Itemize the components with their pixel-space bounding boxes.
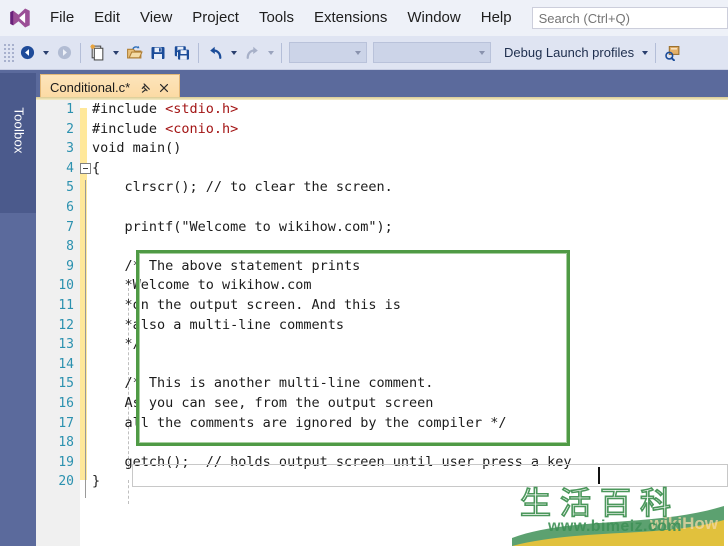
save-all-button[interactable]	[170, 40, 194, 66]
line-number: 20	[58, 474, 74, 490]
menu-item-extensions[interactable]: Extensions	[304, 0, 397, 36]
code-line[interactable]: 12 *also a multi-line comments	[36, 316, 344, 336]
new-file-dropdown-icon[interactable]	[109, 40, 122, 66]
left-dock-rail: Toolbox	[0, 70, 36, 546]
line-number: 18	[58, 435, 74, 451]
comment-block-highlight	[136, 250, 570, 446]
code-line[interactable]: 15 /* This is another multi-line comment…	[36, 374, 433, 394]
sidebar-item-toolbox[interactable]: Toolbox	[0, 73, 36, 213]
search-container	[531, 7, 728, 29]
chevron-down-icon	[355, 50, 361, 55]
menu-item-view[interactable]: View	[130, 0, 182, 36]
search-input[interactable]	[531, 7, 728, 29]
undo-button[interactable]	[203, 40, 227, 66]
debug-launch-profiles-dropdown-icon[interactable]	[638, 40, 651, 66]
document-tab-strip: Conditional.c*	[36, 70, 728, 100]
toolbox-label: Toolbox	[11, 107, 27, 154]
code-line[interactable]: 7 printf("Welcome to wikihow.com");	[36, 218, 393, 238]
menu-item-edit[interactable]: Edit	[84, 0, 130, 36]
code-line[interactable]: 1 #include <stdio.h>	[36, 100, 238, 120]
new-file-button[interactable]	[85, 40, 109, 66]
save-button[interactable]	[146, 40, 170, 66]
navigate-backward-button[interactable]	[15, 40, 39, 66]
code-line[interactable]: 14	[36, 355, 101, 375]
line-number: 17	[58, 415, 74, 431]
line-number: 2	[66, 121, 74, 137]
code-line[interactable]: 6	[36, 198, 101, 218]
navigate-backward-dropdown-icon[interactable]	[39, 40, 52, 66]
code-line[interactable]: 4 {	[36, 159, 101, 179]
line-number: 11	[58, 298, 74, 313]
menu-item-tools[interactable]: Tools	[249, 0, 304, 36]
code-line[interactable]: 17 all the comments are ignored by the c…	[36, 414, 506, 434]
line-number: 4	[66, 160, 74, 176]
line-number: 10	[58, 278, 74, 294]
tab-conditional-c[interactable]: Conditional.c*	[40, 74, 180, 100]
code-line[interactable]: 2 #include <conio.h>	[36, 120, 238, 140]
undo-dropdown-icon[interactable]	[227, 40, 240, 66]
visual-studio-window: File Edit View Project Tools Extensions …	[0, 0, 728, 546]
close-icon[interactable]	[155, 78, 173, 98]
menu-item-help[interactable]: Help	[471, 0, 522, 36]
redo-dropdown-icon[interactable]	[264, 40, 277, 66]
line-text: printf("Welcome to wikihow.com");	[92, 218, 393, 235]
toolbar-separator-4	[655, 42, 657, 63]
code-editor[interactable]: 1 #include <stdio.h> 2 #include <conio.h…	[36, 100, 728, 546]
configuration-combo[interactable]	[289, 42, 367, 63]
code-line[interactable]: 5 clrscr(); // to clear the screen.	[36, 178, 393, 198]
line-text: #include <conio.h>	[92, 120, 239, 137]
line-number: 5	[66, 180, 74, 196]
pin-icon[interactable]	[137, 78, 155, 98]
line-number: 14	[58, 356, 74, 372]
debug-launch-profiles-label[interactable]: Debug Launch profiles	[494, 40, 638, 66]
code-line[interactable]: 19 getch(); // holds output screen until…	[36, 453, 571, 473]
line-text: */	[92, 336, 141, 353]
line-number: 19	[58, 454, 74, 470]
attach-to-process-button[interactable]	[660, 40, 684, 66]
line-number: 6	[66, 200, 74, 215]
line-number: 13	[58, 337, 74, 353]
standard-toolbar: Debug Launch profiles	[0, 36, 728, 70]
menu-item-file[interactable]: File	[40, 0, 84, 36]
toolbar-separator	[80, 42, 81, 63]
visual-studio-logo-icon	[0, 0, 40, 36]
line-number: 12	[58, 317, 74, 333]
line-text: void main()	[92, 140, 182, 157]
line-text: #include <stdio.h>	[92, 101, 239, 117]
code-line[interactable]: 9 /* The above statement prints	[36, 257, 360, 277]
code-line[interactable]: 3 void main()	[36, 139, 181, 159]
line-number: 3	[66, 141, 74, 157]
redo-button[interactable]	[240, 40, 264, 66]
navigate-forward-button[interactable]	[52, 40, 76, 66]
menu-item-project[interactable]: Project	[182, 0, 249, 36]
open-file-button[interactable]	[122, 40, 146, 66]
line-text: }	[92, 473, 101, 490]
code-line[interactable]: 10 *Welcome to wikihow.com	[36, 276, 311, 296]
code-line[interactable]: 13 */	[36, 335, 140, 355]
collapse-region-toggle[interactable]	[80, 162, 91, 174]
line-text: {	[92, 159, 101, 176]
code-line[interactable]: 18	[36, 433, 101, 453]
toolbar-grip-handle[interactable]	[3, 42, 15, 63]
current-line-indicator	[132, 464, 728, 487]
platform-combo[interactable]	[373, 42, 491, 63]
code-line[interactable]: 8	[36, 237, 101, 257]
chevron-down-icon-2	[479, 50, 485, 55]
toolbar-separator-3	[281, 42, 282, 63]
line-number: 1	[66, 102, 74, 117]
text-caret	[598, 467, 600, 484]
menu-bar: File Edit View Project Tools Extensions …	[0, 0, 728, 36]
tab-title: Conditional.c*	[50, 80, 131, 95]
code-line[interactable]: 11 *on the output screen. And this is	[36, 296, 401, 316]
code-line[interactable]: 16 As you can see, from the output scree…	[36, 394, 433, 414]
line-number: 8	[66, 239, 74, 255]
code-line[interactable]: 20 }	[36, 472, 101, 492]
line-number: 9	[66, 258, 74, 274]
line-text: clrscr(); // to clear the screen.	[92, 179, 393, 196]
line-number: 16	[58, 396, 74, 411]
menu-item-window[interactable]: Window	[397, 0, 470, 36]
toolbar-separator-2	[198, 42, 199, 63]
line-number: 7	[66, 219, 74, 235]
line-number: 15	[58, 376, 74, 392]
